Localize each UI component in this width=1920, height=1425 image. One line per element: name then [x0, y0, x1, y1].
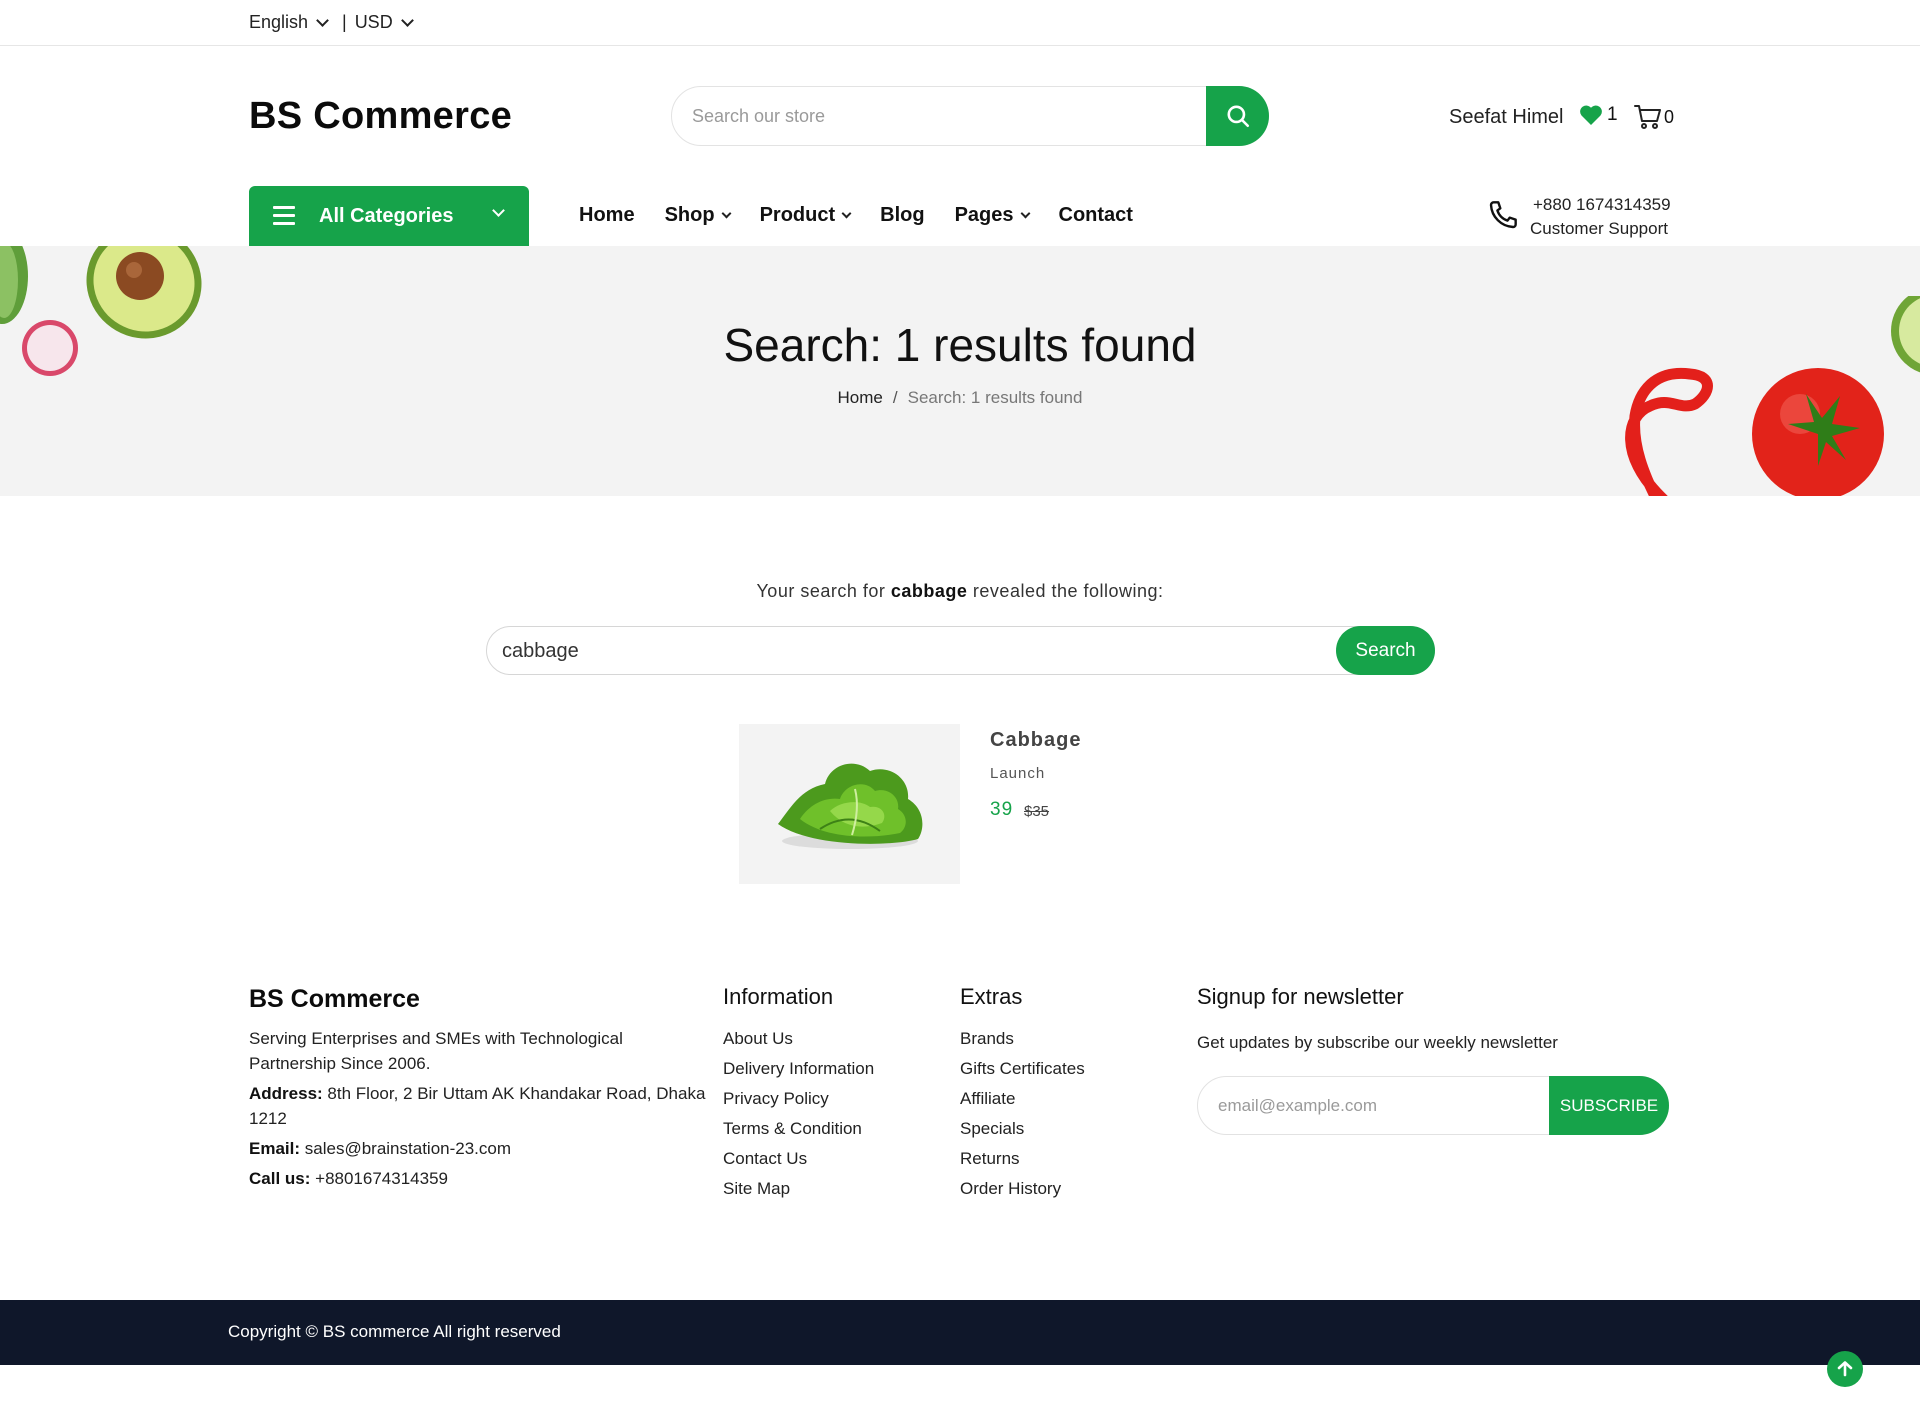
- nav-contact-label: Contact: [1058, 204, 1133, 226]
- nav-blog-label: Blog: [880, 204, 925, 226]
- support-phone[interactable]: +880 1674314359: [1533, 195, 1671, 215]
- scroll-to-top-button[interactable]: [1827, 1351, 1863, 1387]
- product-brand: Launch: [990, 765, 1046, 782]
- nav-blog[interactable]: Blog: [880, 204, 924, 227]
- newsletter-text: Get updates by subscribe our weekly news…: [1197, 1033, 1558, 1052]
- footer-link[interactable]: Brands: [960, 1024, 1085, 1054]
- footer-link[interactable]: Affiliate: [960, 1084, 1085, 1114]
- nav-home[interactable]: Home: [579, 204, 635, 227]
- user-account[interactable]: Seefat Himel: [1449, 106, 1564, 129]
- footer-email: Email: sales@brainstation-23.com: [249, 1136, 709, 1161]
- cabbage-image: [777, 763, 922, 849]
- nav-pages-label: Pages: [954, 204, 1014, 226]
- chevron-down-icon: [721, 208, 732, 219]
- search-summary: Your search for cabbage revealed the fol…: [0, 581, 1920, 602]
- menu-icon: [273, 206, 295, 230]
- chevron-down-icon: [841, 208, 852, 219]
- store-search-input[interactable]: [692, 101, 1192, 131]
- breadcrumb-separator: /: [892, 388, 898, 407]
- footer-link[interactable]: Gifts Certificates: [960, 1054, 1085, 1084]
- footer-logo[interactable]: BS Commerce: [249, 985, 420, 1014]
- product-image[interactable]: [739, 724, 960, 884]
- copyright-text: Copyright © BS commerce All right reserv…: [228, 1322, 561, 1341]
- nav-home-label: Home: [579, 204, 635, 226]
- separator: |: [342, 12, 347, 32]
- all-categories-button[interactable]: All Categories: [249, 186, 529, 246]
- nav-contact[interactable]: Contact: [1059, 204, 1133, 227]
- heart-icon: [1580, 105, 1602, 125]
- page-hero: Search: 1 results found Home / Search: 1 r…: [0, 246, 1920, 496]
- footer-email-label: Email:: [249, 1139, 301, 1158]
- store-search: [671, 86, 1269, 146]
- support-label: Customer Support: [1530, 219, 1668, 238]
- breadcrumb-home[interactable]: Home: [838, 388, 883, 407]
- nav-shop[interactable]: Shop: [664, 204, 732, 227]
- phone-icon: [1489, 201, 1517, 229]
- footer-link[interactable]: Contact Us: [723, 1144, 874, 1174]
- footer-call-value[interactable]: +8801674314359: [315, 1169, 448, 1188]
- wishlist-link[interactable]: 1: [1579, 104, 1618, 126]
- results-search: Search: [486, 626, 1435, 675]
- footer-link[interactable]: Delivery Information: [723, 1054, 874, 1084]
- footer-link[interactable]: Order History: [960, 1174, 1085, 1204]
- cart-count: 0: [1664, 106, 1675, 127]
- footer-link[interactable]: About Us: [723, 1024, 874, 1054]
- footer-information: Information About Us Delivery Informatio…: [723, 984, 874, 1204]
- footer-newsletter: Signup for newsletter: [1197, 984, 1404, 1024]
- footer-address: Address: 8th Floor, 2 Bir Uttam AK Khand…: [249, 1081, 709, 1131]
- store-search-button[interactable]: [1206, 86, 1269, 146]
- wishlist-count: 1: [1607, 104, 1618, 125]
- results-search-input[interactable]: [502, 637, 1302, 665]
- chevron-down-icon: [1020, 208, 1030, 219]
- page-title: Search: 1 results found: [723, 319, 1197, 371]
- footer-call: Call us: +8801674314359: [249, 1166, 709, 1191]
- nav-product-label: Product: [759, 204, 836, 226]
- subscribe-button[interactable]: SUBSCRIBE: [1549, 1076, 1669, 1135]
- currency-selector[interactable]: | USD: [342, 12, 414, 33]
- footer-address-label: Address:: [249, 1084, 323, 1103]
- search-query: cabbage: [890, 581, 968, 601]
- footer-email-value[interactable]: sales@brainstation-23.com: [305, 1139, 511, 1158]
- top-bar: English | USD: [0, 0, 1920, 46]
- footer-link[interactable]: Privacy Policy: [723, 1084, 874, 1114]
- search-icon: [1226, 105, 1249, 128]
- breadcrumb: Home / Search: 1 results found: [0, 388, 1920, 408]
- footer-call-label: Call us:: [249, 1169, 311, 1188]
- arrow-up-icon: [1837, 1361, 1853, 1377]
- nav-pages[interactable]: Pages: [954, 204, 1030, 227]
- footer-information-title: Information: [723, 984, 834, 1009]
- site-logo[interactable]: BS Commerce: [249, 95, 512, 138]
- search-summary-prefix: Your search for: [756, 581, 886, 601]
- chevron-down-icon: [492, 204, 505, 217]
- nav-product[interactable]: Product: [759, 204, 852, 227]
- footer-about: Serving Enterprises and SMEs with Techno…: [249, 1026, 709, 1196]
- newsletter-email-input[interactable]: [1218, 1092, 1538, 1120]
- footer-link[interactable]: Terms & Condition: [723, 1114, 874, 1144]
- search-summary-suffix: revealed the following:: [972, 581, 1164, 601]
- language-selector[interactable]: English: [249, 12, 329, 33]
- product-price: 39: [990, 799, 1014, 820]
- copyright-bar: Copyright © BS commerce All right reserv…: [0, 1300, 1920, 1365]
- chevron-down-icon: [400, 13, 414, 27]
- footer-link[interactable]: Site Map: [723, 1174, 874, 1204]
- footer-extras-title: Extras: [960, 984, 1023, 1009]
- breadcrumb-current: Search: 1 results found: [907, 388, 1083, 407]
- chevron-down-icon: [316, 13, 329, 27]
- language-label: English: [249, 12, 309, 32]
- newsletter-title: Signup for newsletter: [1197, 984, 1404, 1009]
- cart-icon: [1634, 105, 1661, 129]
- footer-link[interactable]: Returns: [960, 1144, 1085, 1174]
- nav-shop-label: Shop: [664, 204, 715, 226]
- footer-extras: Extras Brands Gifts Certificates Affilia…: [960, 984, 1085, 1204]
- footer-link[interactable]: Specials: [960, 1114, 1085, 1144]
- all-categories-label: All Categories: [319, 205, 454, 227]
- newsletter-form: SUBSCRIBE: [1197, 1076, 1669, 1135]
- product-name[interactable]: Cabbage: [990, 729, 1081, 752]
- footer-about-text: Serving Enterprises and SMEs with Techno…: [249, 1029, 623, 1073]
- main-nav: Home Shop Product Blog Pages Contact: [579, 204, 1133, 227]
- currency-label: USD: [354, 12, 393, 32]
- cart-link[interactable]: 0: [1634, 104, 1674, 130]
- results-search-button[interactable]: Search: [1336, 626, 1435, 675]
- product-old-price: $35: [1024, 803, 1050, 820]
